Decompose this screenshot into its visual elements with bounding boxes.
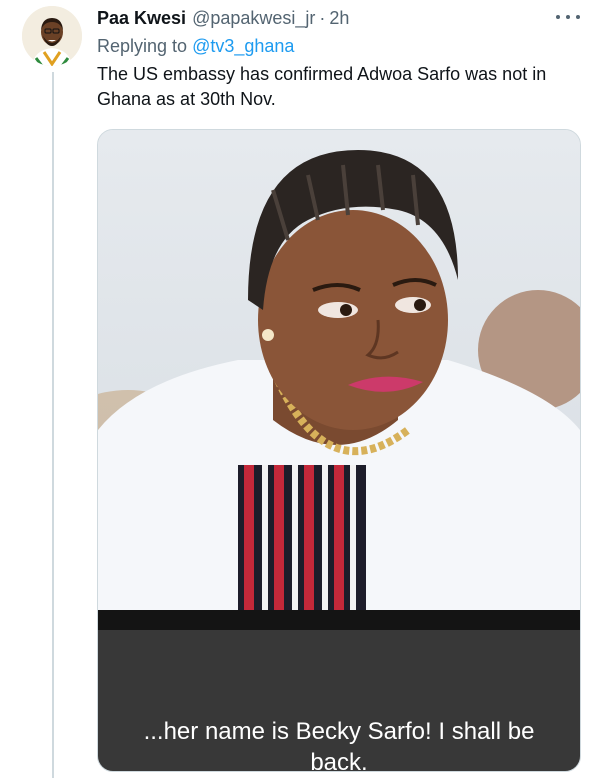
author-handle[interactable]: @papakwesi_jr [192, 8, 315, 29]
media-photo [98, 130, 580, 771]
tweet-text: The US embassy has confirmed Adwoa Sarfo… [97, 64, 547, 109]
separator-dot: · [319, 7, 326, 28]
replying-to: Replying to @tv3_ghana [97, 36, 294, 57]
avatar-image [22, 6, 82, 66]
avatar[interactable] [22, 6, 82, 66]
thread-line [52, 72, 54, 778]
media-caption: ...her name is Becky Sarfo! I shall be b… [143, 718, 535, 772]
timestamp[interactable]: 2h [329, 8, 349, 29]
tweet-header: Paa Kwesi @papakwesi_jr · 2h [97, 6, 580, 30]
replying-prefix: Replying to [97, 36, 188, 56]
tweet-media[interactable]: ...her name is Becky Sarfo! I shall be b… [97, 129, 581, 772]
more-options-button[interactable] [556, 8, 580, 26]
author-name[interactable]: Paa Kwesi [97, 8, 186, 29]
replying-to-link[interactable]: @tv3_ghana [192, 36, 294, 56]
more-horizontal-icon [556, 15, 560, 19]
